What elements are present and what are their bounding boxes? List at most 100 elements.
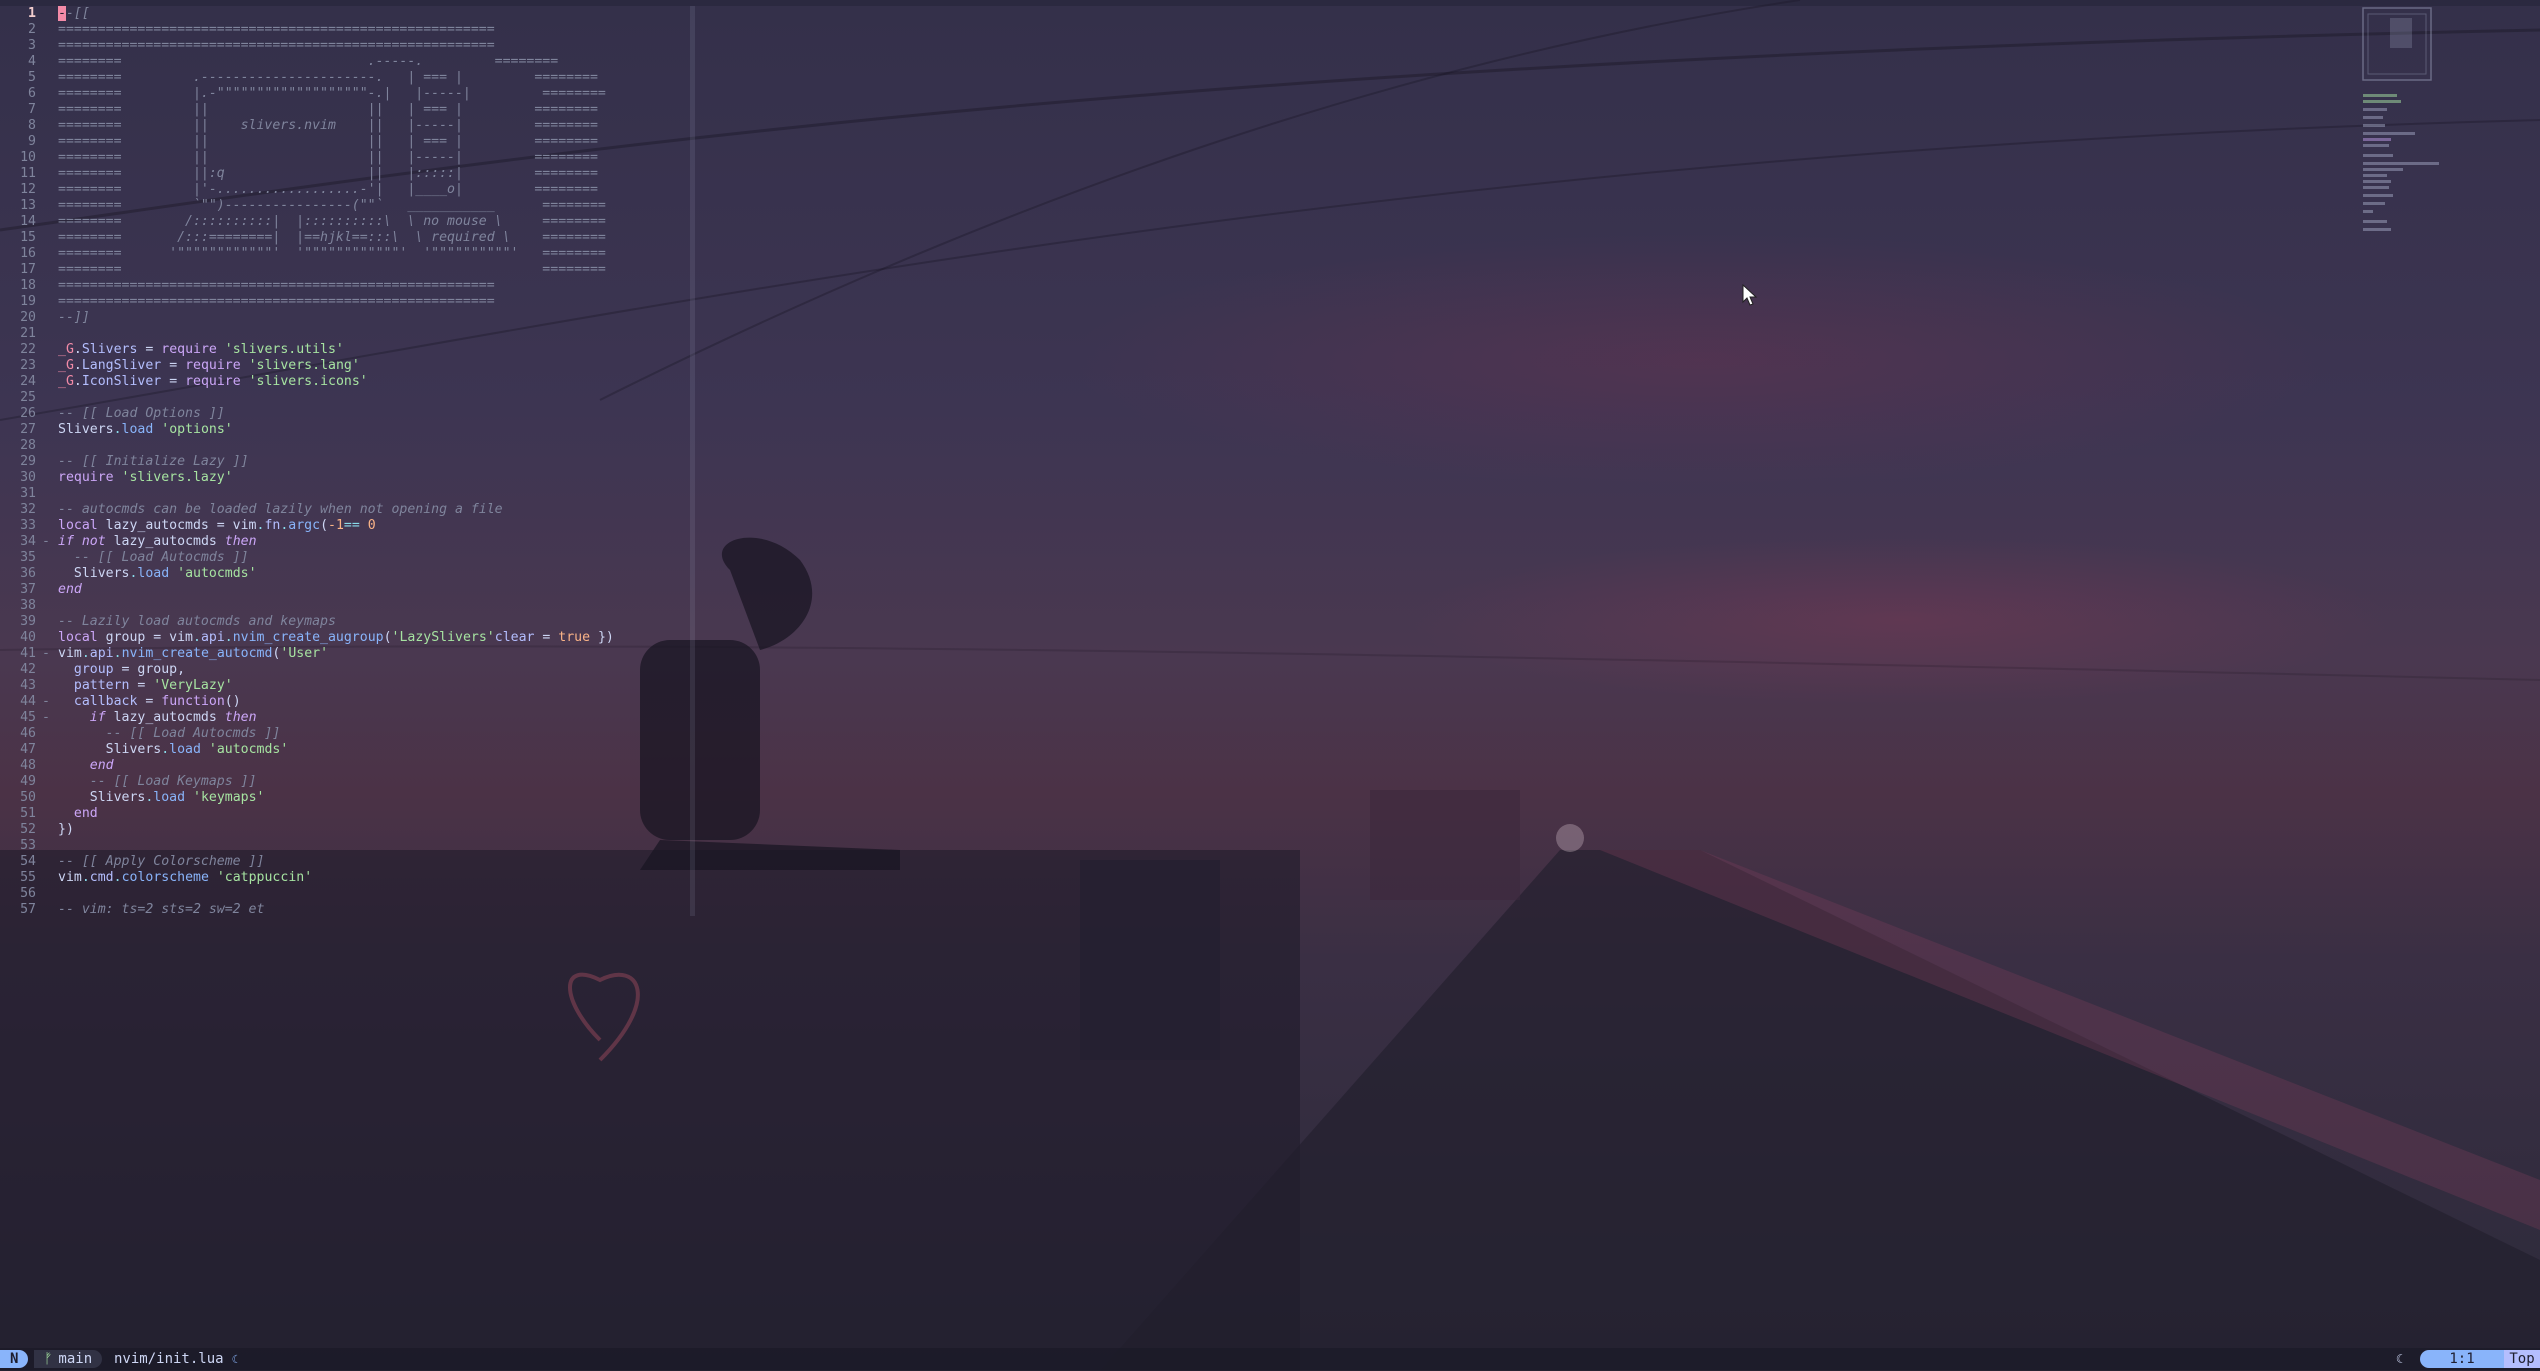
code-token: _G bbox=[58, 374, 74, 389]
fold-marker-icon[interactable]: - bbox=[42, 710, 52, 726]
code-token: 'keymaps' bbox=[193, 790, 265, 805]
code-line[interactable]: 29 -- [[ Initialize Lazy ]] bbox=[0, 454, 700, 470]
code-line[interactable]: 38 bbox=[0, 598, 700, 614]
code-line[interactable]: 24 _G.IconSliver = require 'slivers.icons… bbox=[0, 374, 700, 390]
code-text: ========================================… bbox=[58, 294, 495, 310]
code-line[interactable]: 18 ======================================… bbox=[0, 278, 700, 294]
code-line[interactable]: 11 ======== ||:q || |:::::| ======== bbox=[0, 166, 700, 182]
fold-marker-icon[interactable]: - bbox=[42, 534, 52, 550]
code-line[interactable]: 45- if lazy_autocmds then bbox=[0, 710, 700, 726]
code-line[interactable]: 41- vim.api.nvim_create_autocmd('User' bbox=[0, 646, 700, 662]
code-line[interactable]: 28 bbox=[0, 438, 700, 454]
code-line[interactable]: 25 bbox=[0, 390, 700, 406]
line-number: 57 bbox=[20, 902, 36, 917]
code-token: ========================================… bbox=[58, 278, 495, 293]
code-line[interactable]: 57 -- vim: ts=2 sts=2 sw=2 et bbox=[0, 902, 700, 918]
line-number: 44 bbox=[20, 694, 36, 709]
code-line[interactable]: 22 _G.Slivers = require 'slivers.utils' bbox=[0, 342, 700, 358]
code-line[interactable]: 36 Slivers.load 'autocmds' bbox=[0, 566, 700, 582]
code-line[interactable]: 56 bbox=[0, 886, 700, 902]
code-token: local bbox=[58, 518, 98, 533]
code-line[interactable]: 31 bbox=[0, 486, 700, 502]
code-line[interactable]: 39 -- Lazily load autocmds and keymaps bbox=[0, 614, 700, 630]
code-token: group bbox=[73, 662, 114, 677]
code-line[interactable]: 17 ======== ======== bbox=[0, 262, 700, 278]
code-text: --[[ bbox=[58, 6, 90, 22]
code-line[interactable]: 51 end bbox=[0, 806, 700, 822]
code-token: . bbox=[192, 630, 201, 645]
code-line[interactable]: 13 ======== `"")----------------(""` ____… bbox=[0, 198, 700, 214]
git-branch[interactable]: ᚠ main bbox=[34, 1350, 103, 1368]
code-line[interactable]: 14 ======== /::::::::::| |::::::::::\ \ n… bbox=[0, 214, 700, 230]
code-token: pattern bbox=[73, 678, 130, 693]
code-line[interactable]: 40 local group = vim.api.nvim_create_augr… bbox=[0, 630, 700, 646]
code-line[interactable]: 32 -- autocmds can be loaded lazily when … bbox=[0, 502, 700, 518]
code-line[interactable]: 54 -- [[ Apply Colorscheme ]] bbox=[0, 854, 700, 870]
line-number: 2 bbox=[28, 22, 36, 37]
code-line[interactable]: 2 =======================================… bbox=[0, 22, 700, 38]
code-line[interactable]: 4 ======== .-----. ======== bbox=[0, 54, 700, 70]
minimap[interactable] bbox=[2360, 6, 2450, 236]
code-line[interactable]: 30 require 'slivers.lazy' bbox=[0, 470, 700, 486]
line-number: 13 bbox=[20, 198, 36, 213]
code-token: -- autocmds can be loaded lazily when no… bbox=[58, 502, 503, 517]
code-line[interactable]: 5 ======== .----------------------. | ===… bbox=[0, 70, 700, 86]
code-line[interactable]: 20 --]] bbox=[0, 310, 700, 326]
code-line[interactable]: 9 ======== || || | === | ======== bbox=[0, 134, 700, 150]
code-line[interactable]: 37 end bbox=[0, 582, 700, 598]
code-line[interactable]: 3 =======================================… bbox=[0, 38, 700, 54]
code-line[interactable]: 48 end bbox=[0, 758, 700, 774]
code-line[interactable]: 43 pattern = 'VeryLazy' bbox=[0, 678, 700, 694]
code-line[interactable]: 6 ======== |.-"""""""""""""""""""-.| |---… bbox=[0, 86, 700, 102]
code-token: () bbox=[224, 694, 241, 709]
code-token: -- [[ Load Keymaps ]] bbox=[89, 774, 257, 789]
code-line[interactable]: 55 vim.cmd.colorscheme 'catppuccin' bbox=[0, 870, 700, 886]
filetype-icon: ☾ bbox=[2396, 1352, 2404, 1366]
code-text: end bbox=[58, 582, 82, 598]
code-line[interactable]: 35 -- [[ Load Autocmds ]] bbox=[0, 550, 700, 566]
code-token: callback bbox=[73, 694, 138, 709]
code-line[interactable]: 50 Slivers.load 'keymaps' bbox=[0, 790, 700, 806]
code-token: ======== || || |-----| ======== bbox=[58, 150, 598, 165]
line-number: 53 bbox=[20, 838, 36, 853]
code-token: nvim_create_augroup bbox=[232, 630, 384, 645]
code-token: . bbox=[73, 374, 82, 389]
code-line[interactable]: 10 ======== || || |-----| ======== bbox=[0, 150, 700, 166]
code-line[interactable]: 52}) bbox=[0, 822, 700, 838]
fold-marker-icon[interactable]: - bbox=[42, 646, 52, 662]
code-line[interactable]: 49 -- [[ Load Keymaps ]] bbox=[0, 774, 700, 790]
code-line[interactable]: 44- callback = function() bbox=[0, 694, 700, 710]
code-line[interactable]: 23 _G.LangSliver = require 'slivers.lang' bbox=[0, 358, 700, 374]
code-token: Slivers bbox=[58, 566, 130, 581]
code-line[interactable]: 21 bbox=[0, 326, 700, 342]
editor-scrollbar[interactable] bbox=[690, 6, 695, 916]
code-line[interactable]: 27 Slivers.load 'options' bbox=[0, 422, 700, 438]
code-line[interactable]: 16 ======== '""""""""""""' '""""""""""""'… bbox=[0, 246, 700, 262]
code-line[interactable]: 8 ======== || slivers.nvim || |-----| ===… bbox=[0, 118, 700, 134]
code-line[interactable]: 1 --[[ bbox=[0, 6, 700, 22]
code-token: lazy_autocmds bbox=[105, 534, 225, 549]
code-line[interactable]: 47 Slivers.load 'autocmds' bbox=[0, 742, 700, 758]
editor-window[interactable]: 1 --[[2 ==================================… bbox=[0, 6, 700, 918]
code-token: -- [[ Load Autocmds ]] bbox=[105, 726, 281, 741]
code-line[interactable]: 33 local lazy_autocmds = vim.fn.argc(-1==… bbox=[0, 518, 700, 534]
code-token: if bbox=[58, 534, 74, 549]
code-token: ======== || slivers.nvim || |-----| ====… bbox=[58, 118, 598, 133]
line-number: 14 bbox=[20, 214, 36, 229]
code-line[interactable]: 53 bbox=[0, 838, 700, 854]
code-text: ======== .-----. ======== bbox=[58, 54, 558, 70]
code-line[interactable]: 34- if not lazy_autocmds then bbox=[0, 534, 700, 550]
code-line[interactable]: 12 ======== |'-..................-'| |___… bbox=[0, 182, 700, 198]
code-line[interactable]: 7 ======== || || | === | ======== bbox=[0, 102, 700, 118]
code-text: -- [[ Load Autocmds ]] bbox=[58, 550, 249, 566]
code-line[interactable]: 26 -- [[ Load Options ]] bbox=[0, 406, 700, 422]
code-line[interactable]: 19 ======================================… bbox=[0, 294, 700, 310]
code-text: }) bbox=[58, 822, 74, 838]
code-line[interactable]: 15 ======== /:::========| |==hjkl==:::\ \… bbox=[0, 230, 700, 246]
line-number: 22 bbox=[20, 342, 36, 357]
code-line[interactable]: 42 group = group, bbox=[0, 662, 700, 678]
code-line[interactable]: 46 -- [[ Load Autocmds ]] bbox=[0, 726, 700, 742]
fold-marker-icon[interactable]: - bbox=[42, 694, 52, 710]
